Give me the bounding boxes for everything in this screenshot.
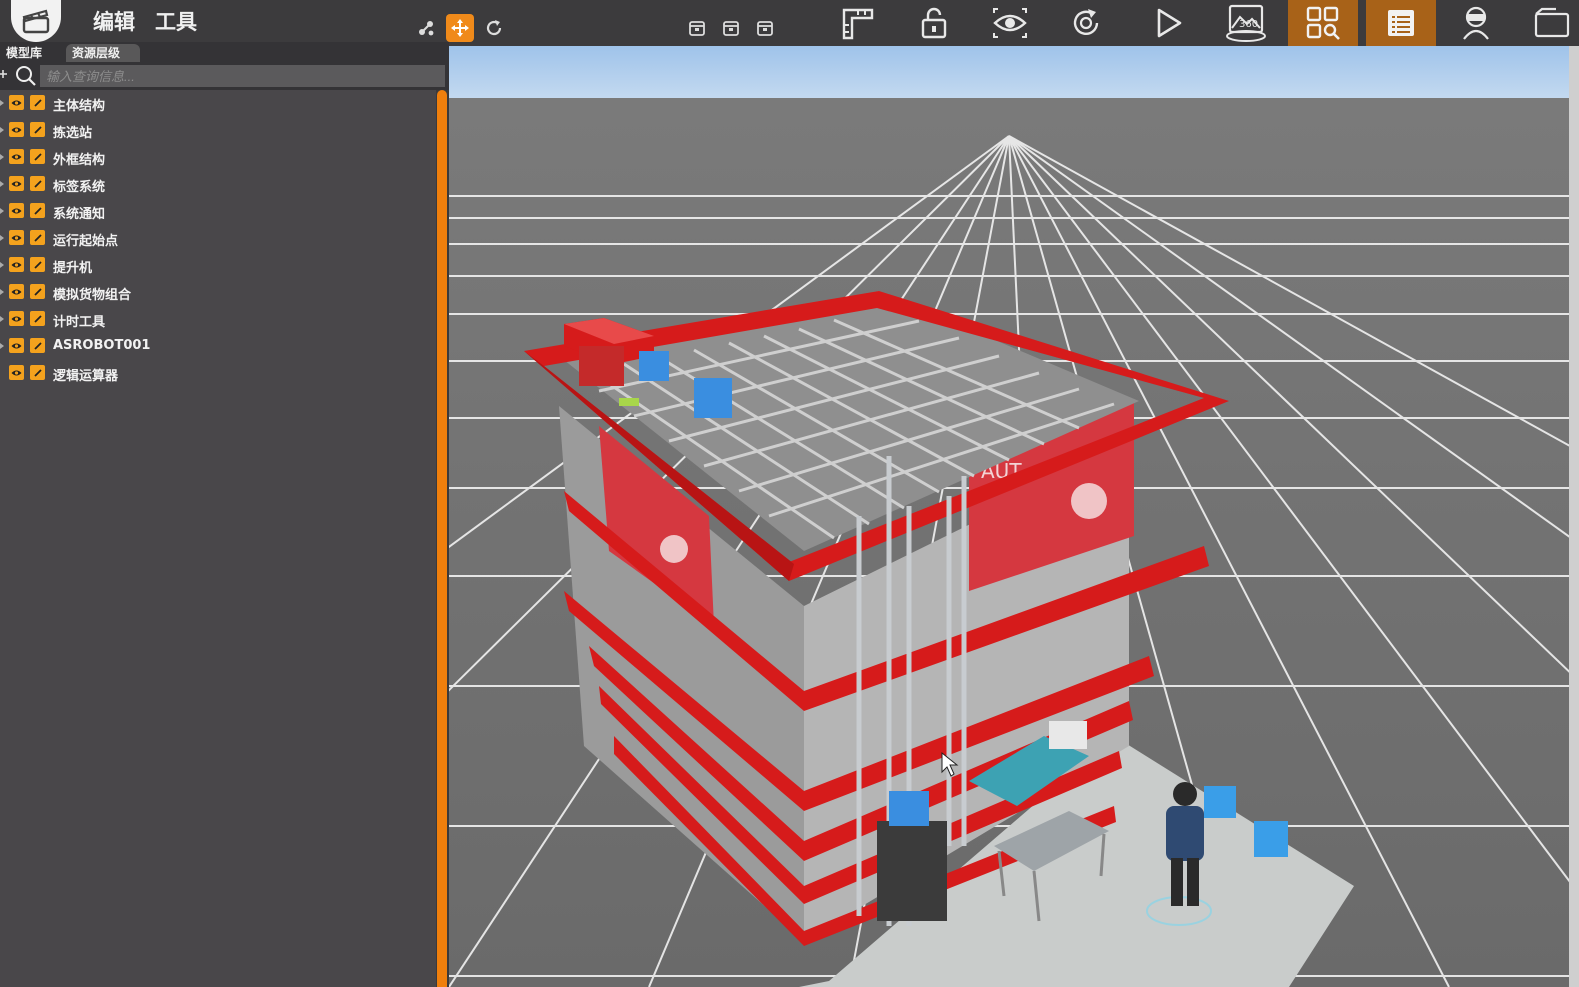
- edit-pencil-icon[interactable]: [30, 149, 45, 164]
- grid-search-icon[interactable]: [1288, 0, 1358, 46]
- search-icon[interactable]: [15, 65, 37, 87]
- expand-arrow-icon[interactable]: [0, 262, 4, 268]
- scrollbar-thumb[interactable]: [437, 90, 447, 987]
- tab-resource-hierarchy[interactable]: 资源层级: [66, 44, 140, 62]
- save-icon-1[interactable]: [683, 14, 711, 42]
- visibility-eye-icon[interactable]: [9, 338, 24, 353]
- expand-arrow-icon[interactable]: [0, 154, 4, 160]
- visibility-eye-icon[interactable]: [9, 122, 24, 137]
- tree-item[interactable]: 标签系统: [0, 171, 436, 198]
- vr-headset-icon[interactable]: [1444, 0, 1508, 46]
- edit-pencil-icon[interactable]: [30, 284, 45, 299]
- expand-arrow-icon[interactable]: [0, 208, 4, 214]
- edit-pencil-icon[interactable]: [30, 95, 45, 110]
- menu-tools[interactable]: 工具: [155, 6, 197, 36]
- app-window: 编辑 工具 360 模型库 资源层级 输入查询信息... 主体结构 拣选站 外框…: [0, 0, 1579, 987]
- list-icon[interactable]: [1366, 0, 1436, 46]
- expand-arrow-icon[interactable]: [0, 343, 4, 349]
- tree-item[interactable]: 外框结构: [0, 144, 436, 171]
- panorama-360-icon[interactable]: 360: [1214, 0, 1278, 46]
- visibility-eye-icon[interactable]: [9, 365, 24, 380]
- cargo-box[interactable]: [1204, 786, 1236, 818]
- clapperboard-logo-icon[interactable]: [11, 0, 61, 42]
- node-tool-icon[interactable]: [412, 14, 440, 42]
- visibility-eye-icon[interactable]: [9, 95, 24, 110]
- marker: [619, 398, 639, 406]
- lift-carriage[interactable]: [877, 821, 947, 921]
- cargo-box[interactable]: [889, 791, 929, 826]
- tree-item[interactable]: 主体结构: [0, 90, 436, 117]
- visibility-eye-icon[interactable]: [9, 284, 24, 299]
- tree-item[interactable]: 计时工具: [0, 306, 436, 333]
- visibility-eye-icon[interactable]: [9, 149, 24, 164]
- left-panel: 模型库 资源层级 主体结构 拣选站 外框结构 标签系统 系统通知 运行起始点 提…: [0, 42, 449, 987]
- visibility-eye-icon[interactable]: [9, 257, 24, 272]
- edit-pencil-icon[interactable]: [30, 203, 45, 218]
- scene-render[interactable]: AUT: [449, 46, 1579, 987]
- cargo-box[interactable]: [694, 378, 732, 418]
- edit-pencil-icon[interactable]: [30, 365, 45, 380]
- unlock-icon[interactable]: [902, 0, 966, 46]
- cargo-box[interactable]: [639, 351, 669, 381]
- tree-item[interactable]: 拣选站: [0, 117, 436, 144]
- tab-model-library[interactable]: 模型库: [0, 44, 48, 62]
- visibility-eye-icon[interactable]: [9, 176, 24, 191]
- visibility-eye-icon[interactable]: [9, 311, 24, 326]
- save-icon-2[interactable]: [717, 14, 745, 42]
- edit-pencil-icon[interactable]: [30, 338, 45, 353]
- expand-arrow-icon[interactable]: [0, 181, 4, 187]
- expand-arrow-icon[interactable]: [0, 100, 4, 106]
- tree-item-label: 主体结构: [53, 99, 106, 114]
- tree-item[interactable]: 模拟货物组合: [0, 279, 436, 306]
- ruler-icon[interactable]: [826, 0, 890, 46]
- edit-pencil-icon[interactable]: [30, 257, 45, 272]
- tree-item-label: 运行起始点: [53, 234, 119, 249]
- search-bar: [0, 62, 449, 90]
- rotate-icon[interactable]: [480, 14, 508, 42]
- monitor: [1049, 721, 1087, 749]
- expand-arrow-icon[interactable]: [0, 127, 4, 133]
- tree-item[interactable]: 逻辑运算器: [0, 360, 436, 387]
- tree-item[interactable]: 提升机: [0, 252, 436, 279]
- viewport-edge: [1569, 46, 1579, 987]
- sky: [449, 46, 1579, 98]
- tree-item-label: 标签系统: [53, 180, 106, 195]
- scene-icon[interactable]: [1520, 0, 1579, 46]
- 3d-viewport[interactable]: AUT: [449, 46, 1579, 987]
- edit-pencil-icon[interactable]: [30, 176, 45, 191]
- tree-item-label: 外框结构: [53, 153, 106, 168]
- edit-pencil-icon[interactable]: [30, 122, 45, 137]
- expand-arrow-icon[interactable]: [0, 289, 4, 295]
- tree-item-label: 逻辑运算器: [53, 369, 119, 384]
- tree-item-label: 提升机: [53, 261, 93, 276]
- move-icon[interactable]: [446, 14, 474, 42]
- expand-arrow-icon[interactable]: [0, 316, 4, 322]
- resource-tree: 主体结构 拣选站 外框结构 标签系统 系统通知 运行起始点 提升机 模拟货物组合…: [0, 90, 436, 387]
- panel-tabs: 模型库 资源层级: [0, 42, 449, 62]
- tree-item-label: ASROBOT001: [53, 338, 151, 353]
- visibility-eye-icon[interactable]: [9, 203, 24, 218]
- reset-view-icon[interactable]: [1054, 0, 1118, 46]
- cargo-box[interactable]: [1254, 821, 1288, 857]
- play-icon[interactable]: [1136, 0, 1200, 46]
- panorama-label: 360: [1239, 19, 1258, 30]
- edit-pencil-icon[interactable]: [30, 311, 45, 326]
- tree-item[interactable]: 系统通知: [0, 198, 436, 225]
- save-icon-3[interactable]: [751, 14, 779, 42]
- tree-item-label: 计时工具: [53, 315, 106, 330]
- top-toolbar: 编辑 工具 360: [0, 0, 1579, 46]
- add-icon[interactable]: [0, 67, 8, 81]
- visibility-eye-icon[interactable]: [9, 230, 24, 245]
- tree-item[interactable]: ASROBOT001: [0, 333, 436, 360]
- tree-item-label: 模拟货物组合: [53, 288, 132, 303]
- tree-item[interactable]: 运行起始点: [0, 225, 436, 252]
- tree-item-label: 拣选站: [53, 126, 93, 141]
- eye-icon[interactable]: [978, 0, 1042, 46]
- menu-edit[interactable]: 编辑: [93, 6, 135, 36]
- expand-arrow-icon[interactable]: [0, 235, 4, 241]
- search-input[interactable]: [40, 65, 445, 87]
- tree-item-label: 系统通知: [53, 207, 106, 222]
- edit-pencil-icon[interactable]: [30, 230, 45, 245]
